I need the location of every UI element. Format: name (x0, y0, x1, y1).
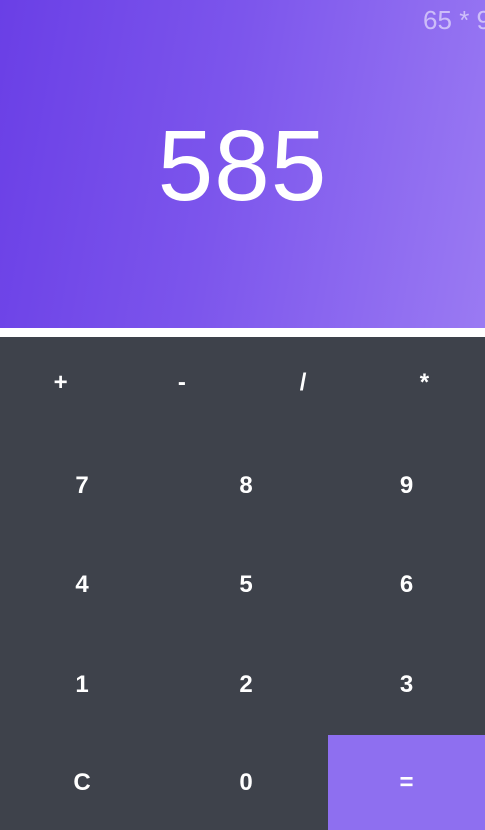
digit-2-button[interactable]: 2 (164, 635, 328, 735)
digit-9-button[interactable]: 9 (328, 437, 485, 535)
equals-button[interactable]: = (328, 735, 485, 830)
minus-button[interactable]: - (121, 337, 242, 437)
display-panel: 65 * 9 585 (0, 0, 485, 328)
operator-row: + - / * (0, 337, 485, 437)
clear-button[interactable]: C (0, 735, 164, 830)
digit-4-button[interactable]: 4 (0, 535, 164, 635)
divide-button[interactable]: / (243, 337, 364, 437)
digit-5-button[interactable]: 5 (164, 535, 328, 635)
calculator-app: 65 * 9 585 + - / * 7 8 9 4 5 6 1 2 3 C 0… (0, 0, 485, 830)
digit-8-button[interactable]: 8 (164, 437, 328, 535)
digit-6-button[interactable]: 6 (328, 535, 485, 635)
digit-1-button[interactable]: 1 (0, 635, 164, 735)
digit-3-button[interactable]: 3 (328, 635, 485, 735)
expression-text: 65 * 9 (423, 5, 485, 35)
keypad: + - / * 7 8 9 4 5 6 1 2 3 C 0 = (0, 337, 485, 830)
digit-0-button[interactable]: 0 (164, 735, 328, 830)
result-text: 585 (157, 110, 328, 222)
number-grid: 7 8 9 4 5 6 1 2 3 C 0 = (0, 437, 485, 830)
digit-7-button[interactable]: 7 (0, 437, 164, 535)
plus-button[interactable]: + (0, 337, 121, 437)
multiply-button[interactable]: * (364, 337, 485, 437)
